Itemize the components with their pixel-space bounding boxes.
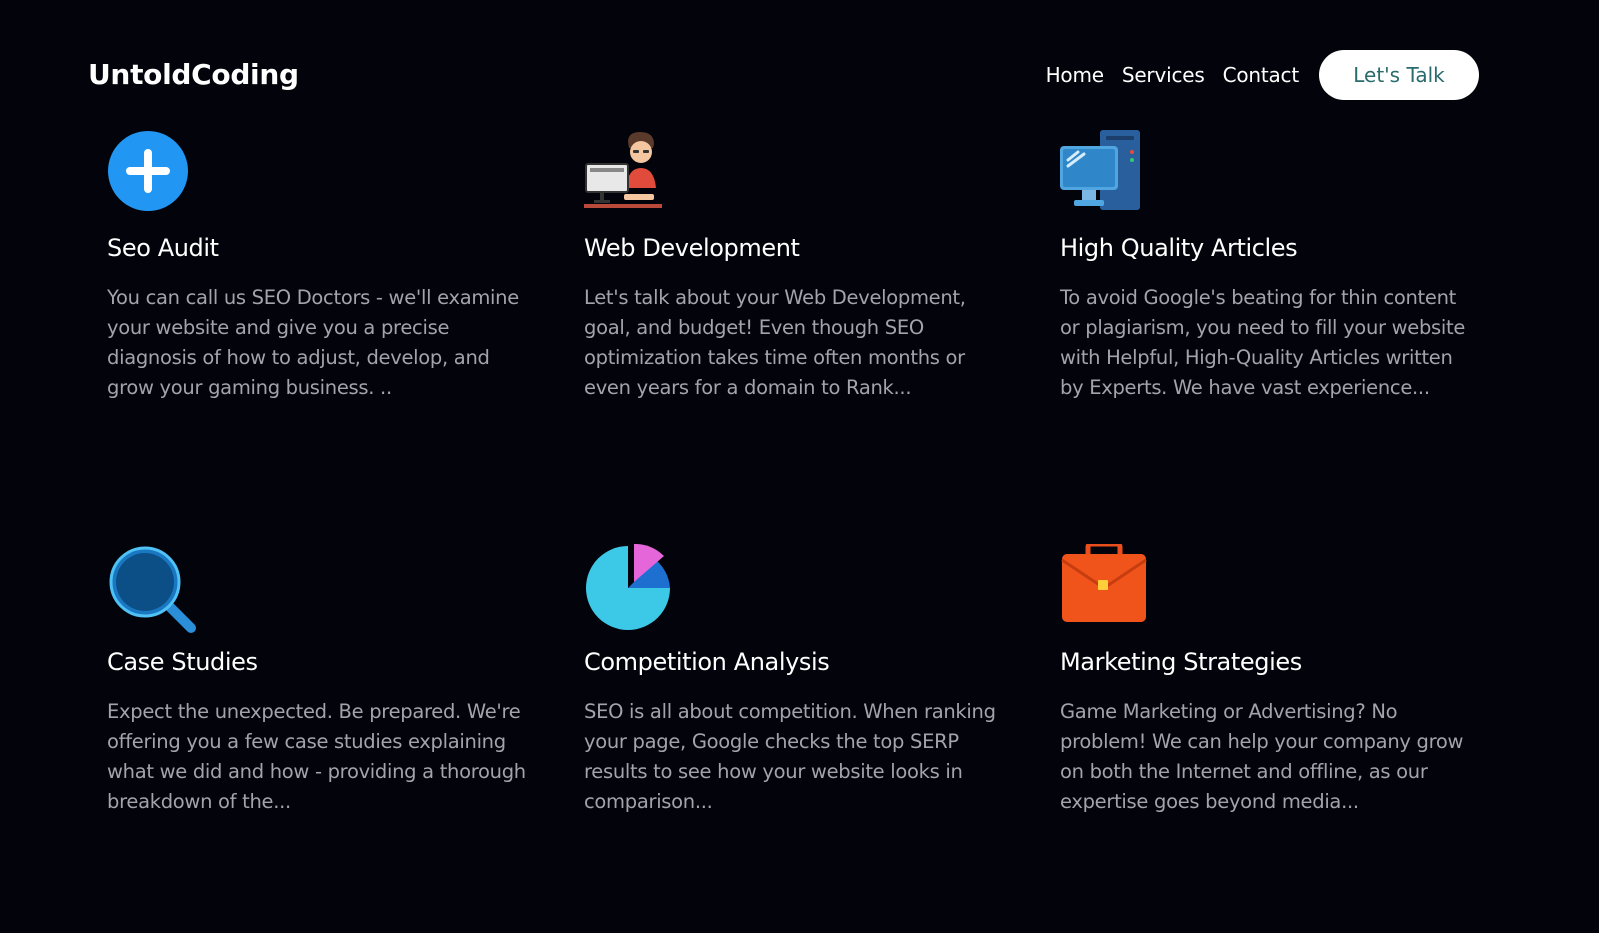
service-card-marketing-strategies: Marketing Strategies Game Marketing or A… [1060,541,1470,817]
nav-link-contact[interactable]: Contact [1223,63,1300,87]
service-description: You can call us SEO Doctors - we'll exam… [107,285,519,399]
nav-link-services[interactable]: Services [1122,63,1205,87]
desktop-computer-icon [1060,130,1148,218]
service-description: Let's talk about your Web Development, g… [584,285,966,399]
service-title: High Quality Articles [1060,234,1298,262]
magnifying-glass-icon [107,544,196,633]
service-card-competition-analysis: Competition Analysis SEO is all about co… [584,543,996,817]
service-title: Case Studies [107,648,258,676]
site-header: UntoldCoding Home Services Contact Let's… [0,0,1599,150]
plus-circle-icon [107,130,195,218]
service-description: Game Marketing or Advertising? No proble… [1060,699,1464,813]
nav-link-home[interactable]: Home [1046,63,1104,87]
briefcase-icon [1060,541,1148,632]
service-card-high-quality-articles: High Quality Articles To avoid Google's … [1060,130,1470,403]
service-title: Marketing Strategies [1060,648,1302,676]
service-description: To avoid Google's beating for thin conte… [1060,285,1466,399]
service-title: Seo Audit [107,234,219,262]
service-card-web-development: Web Development Let's talk about your We… [584,130,994,403]
site-logo[interactable]: UntoldCoding [88,58,299,91]
service-card-case-studies: Case Studies Expect the unexpected. Be p… [107,544,526,817]
service-title: Competition Analysis [584,648,830,676]
service-description: Expect the unexpected. Be prepared. We'r… [107,699,526,813]
page: UntoldCoding Home Services Contact Let's… [0,0,1599,933]
service-title: Web Development [584,234,800,262]
service-description: SEO is all about competition. When ranki… [584,699,996,813]
service-card-seo-audit: Seo Audit You can call us SEO Doctors - … [107,130,519,403]
main-nav: Home Services Contact Let's Talk [1046,50,1479,100]
lets-talk-button[interactable]: Let's Talk [1319,50,1479,100]
pie-chart-icon [584,543,672,632]
developer-at-computer-icon [584,130,672,218]
